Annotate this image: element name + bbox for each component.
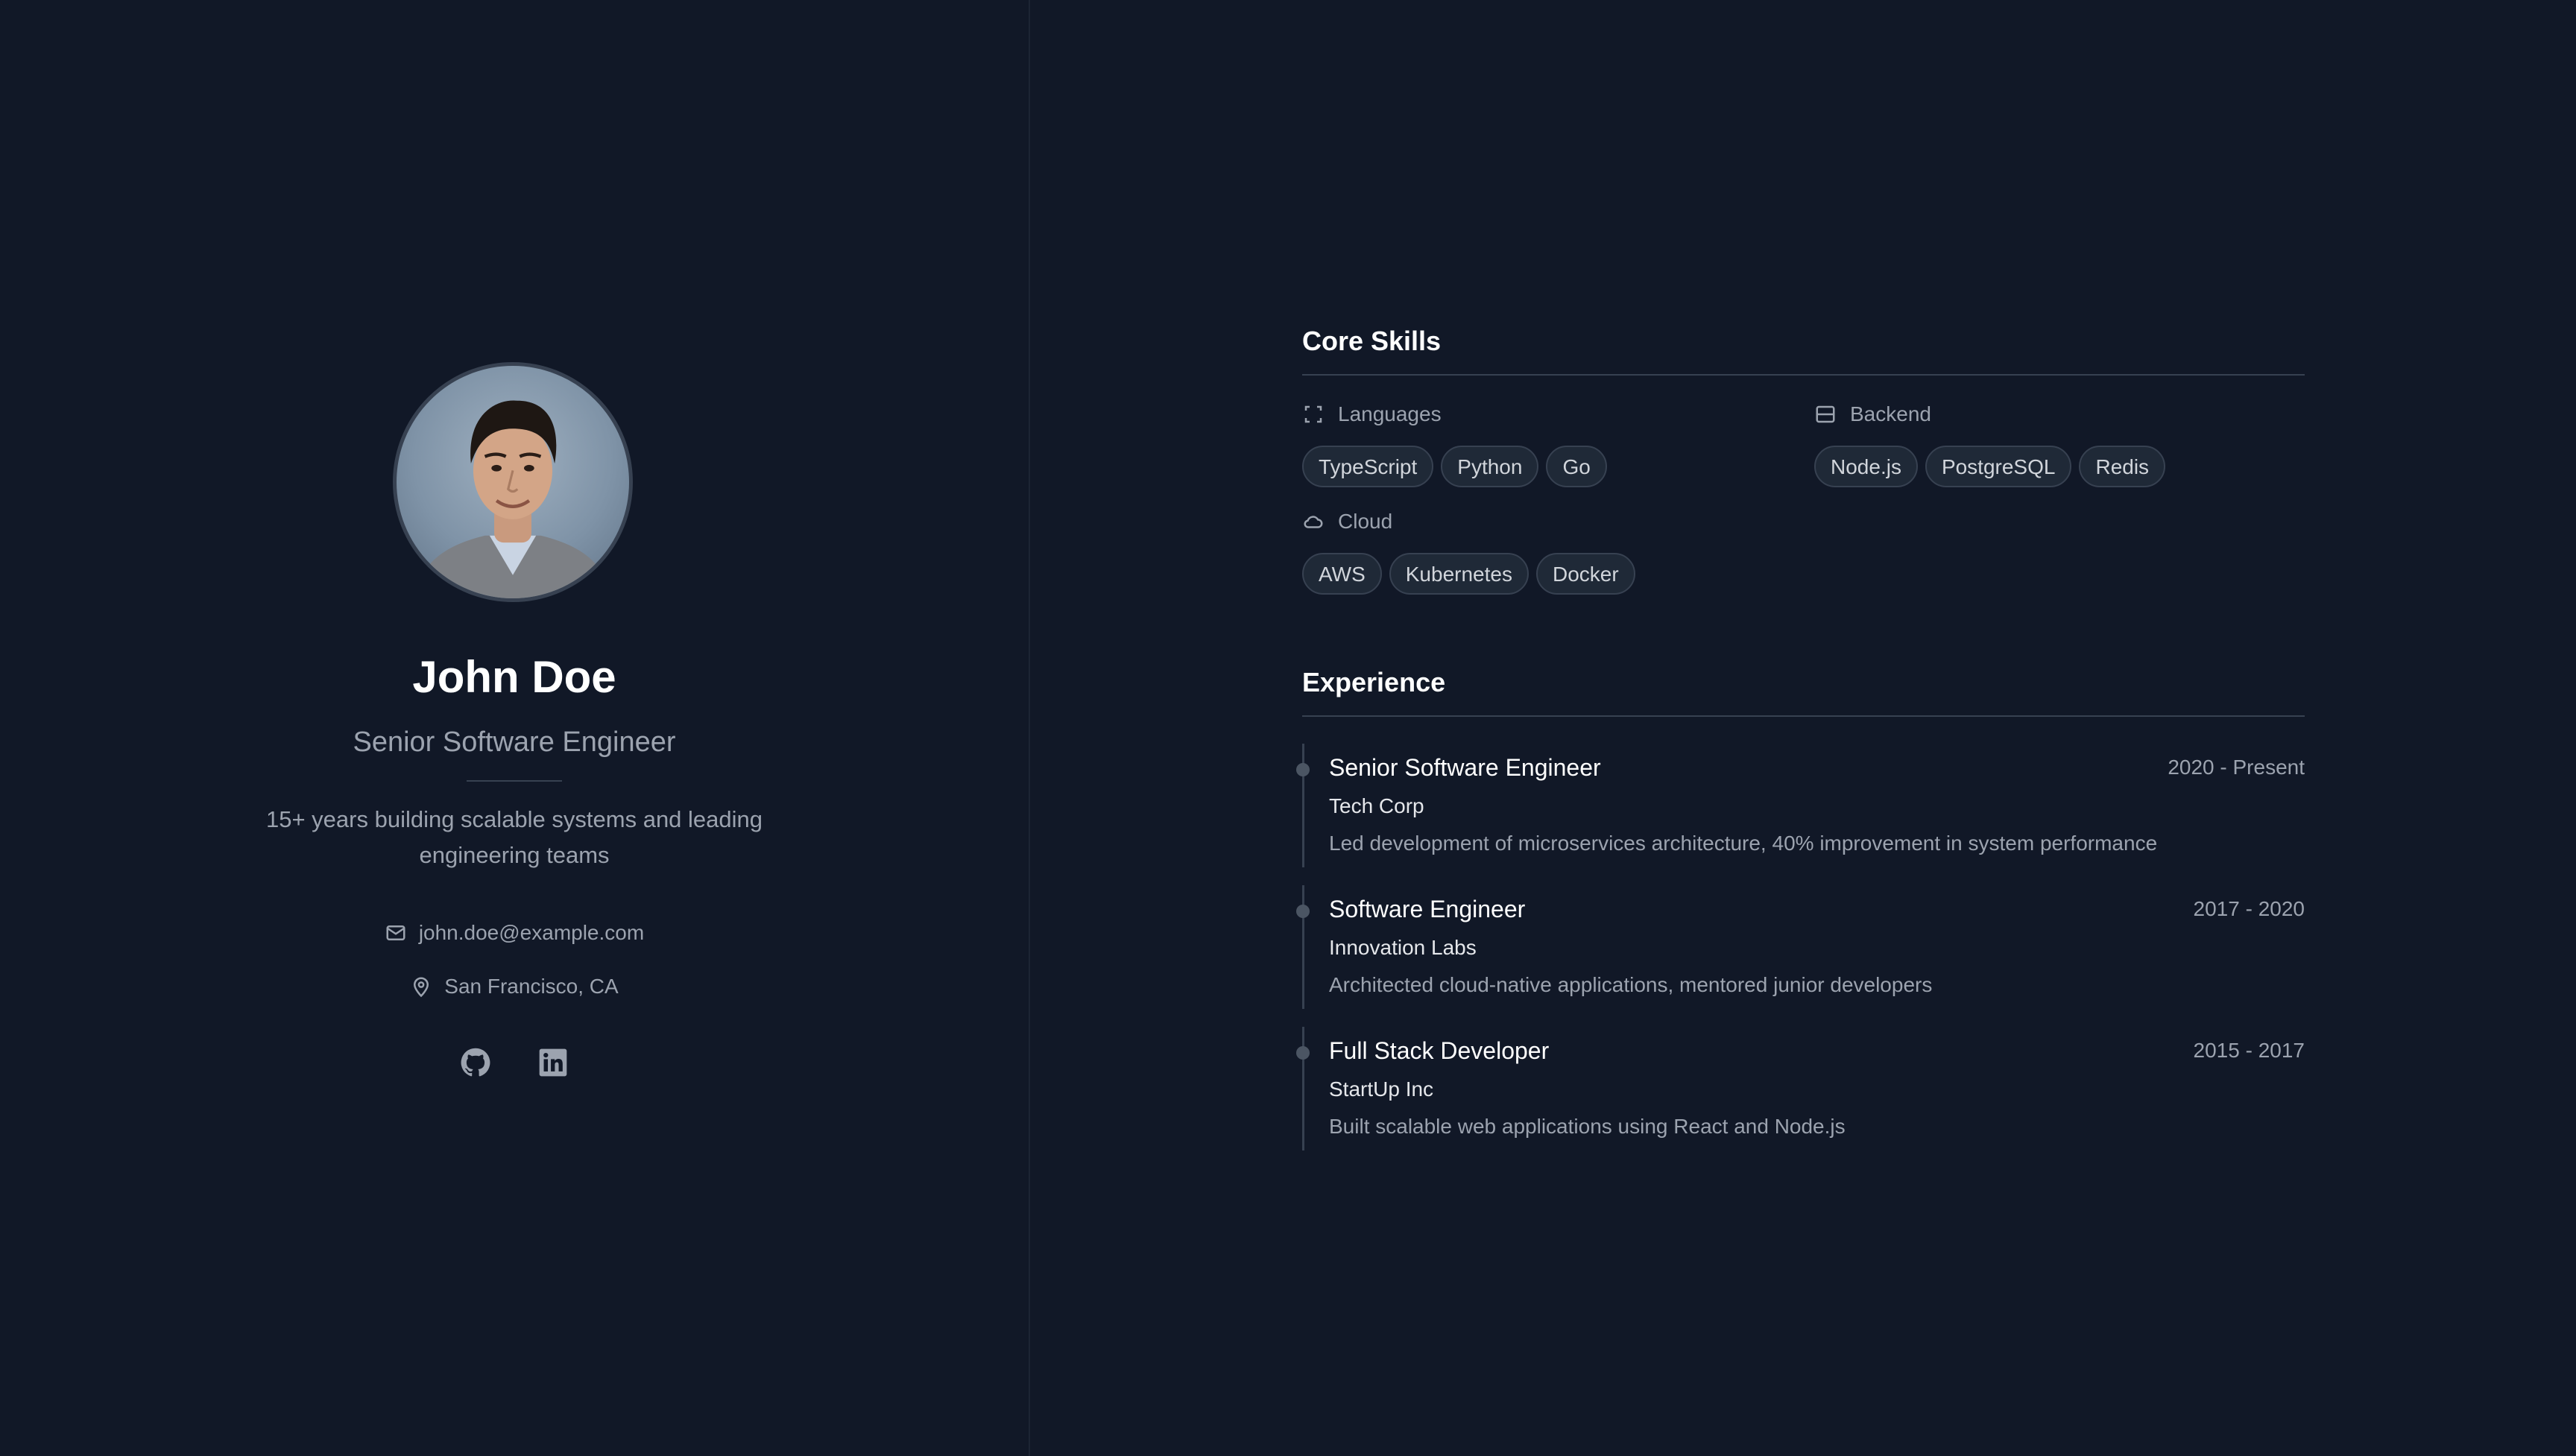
profile-bio: 15+ years building scalable systems and …: [265, 806, 763, 868]
skill-tag: TypeScript: [1302, 446, 1434, 487]
timeline-dot: [1296, 1046, 1310, 1060]
profile-divider: [467, 780, 562, 782]
github-icon[interactable]: [459, 1046, 492, 1079]
skill-tag: Kubernetes: [1389, 553, 1529, 595]
job-company: Innovation Labs: [1329, 936, 1477, 959]
skill-group-backend: Backend Node.js PostgreSQL Redis: [1814, 399, 2166, 487]
experience-item: Software Engineer 2017 - 2020 Innovation…: [1296, 885, 2305, 1009]
profile-panel: John Doe Senior Software Engineer 15+ ye…: [0, 0, 1030, 1456]
job-dates: 2017 - 2020: [2193, 897, 2305, 920]
core-skills-rule: [1302, 374, 2305, 376]
skill-tag: Docker: [1535, 553, 1635, 595]
skill-group-label: Cloud: [1338, 510, 1393, 533]
contact-location-text: San Francisco, CA: [444, 975, 619, 998]
timeline-line: [1302, 885, 1304, 1009]
avatar-portrait-image: [414, 400, 611, 598]
server-icon: [1814, 403, 1837, 425]
contact-email-text[interactable]: john.doe@example.com: [419, 921, 644, 945]
linkedin-icon[interactable]: [537, 1046, 569, 1079]
job-dates: 2015 - 2017: [2193, 1039, 2305, 1062]
skill-group-languages: Languages TypeScript Python Go: [1302, 399, 1607, 487]
skill-tag: Redis: [2079, 446, 2166, 487]
timeline-line: [1302, 1027, 1304, 1150]
skill-tag: Python: [1441, 446, 1539, 487]
skill-tag: AWS: [1302, 553, 1382, 595]
contact-email[interactable]: john.doe@example.com: [0, 921, 1029, 945]
job-company: StartUp Inc: [1329, 1077, 1434, 1101]
map-pin-icon: [410, 975, 432, 998]
job-description: Led development of microservices archite…: [1329, 832, 2158, 855]
timeline-line: [1302, 744, 1304, 867]
timeline-dot: [1296, 905, 1310, 918]
experience-rule: [1302, 715, 2305, 717]
job-description: Architected cloud-native applications, m…: [1329, 973, 1933, 996]
cloud-icon: [1302, 510, 1325, 533]
timeline-dot: [1296, 763, 1310, 776]
contact-location: San Francisco, CA: [0, 975, 1029, 998]
experience-item: Senior Software Engineer 2020 - Present …: [1296, 744, 2305, 867]
social-links: [0, 1046, 1029, 1079]
job-title: Senior Software Engineer: [1329, 754, 1601, 781]
skill-tag: Node.js: [1814, 446, 1918, 487]
core-skills-heading: Core Skills: [1302, 326, 1442, 356]
profile-role: Senior Software Engineer: [353, 727, 676, 758]
profile-name: John Doe: [412, 652, 616, 702]
code-brackets-icon: [1302, 403, 1325, 425]
job-company: Tech Corp: [1329, 794, 1424, 817]
job-dates: 2020 - Present: [2168, 756, 2305, 779]
resume-page: John Doe Senior Software Engineer 15+ ye…: [0, 0, 2576, 1456]
skill-tag: Go: [1546, 446, 1607, 487]
job-title: Full Stack Developer: [1329, 1037, 1550, 1064]
job-title: Software Engineer: [1329, 896, 1526, 922]
skill-group-label: Languages: [1338, 402, 1442, 425]
skill-group-cloud: Cloud AWS Kubernetes Docker: [1302, 507, 1635, 595]
experience-item: Full Stack Developer 2015 - 2017 StartUp…: [1296, 1027, 2305, 1150]
mail-icon: [385, 922, 407, 944]
avatar: [393, 362, 633, 602]
skill-tag: PostgreSQL: [1925, 446, 2072, 487]
skill-group-label: Backend: [1850, 402, 1931, 425]
experience-heading: Experience: [1302, 667, 1446, 697]
job-description: Built scalable web applications using Re…: [1329, 1115, 1846, 1138]
